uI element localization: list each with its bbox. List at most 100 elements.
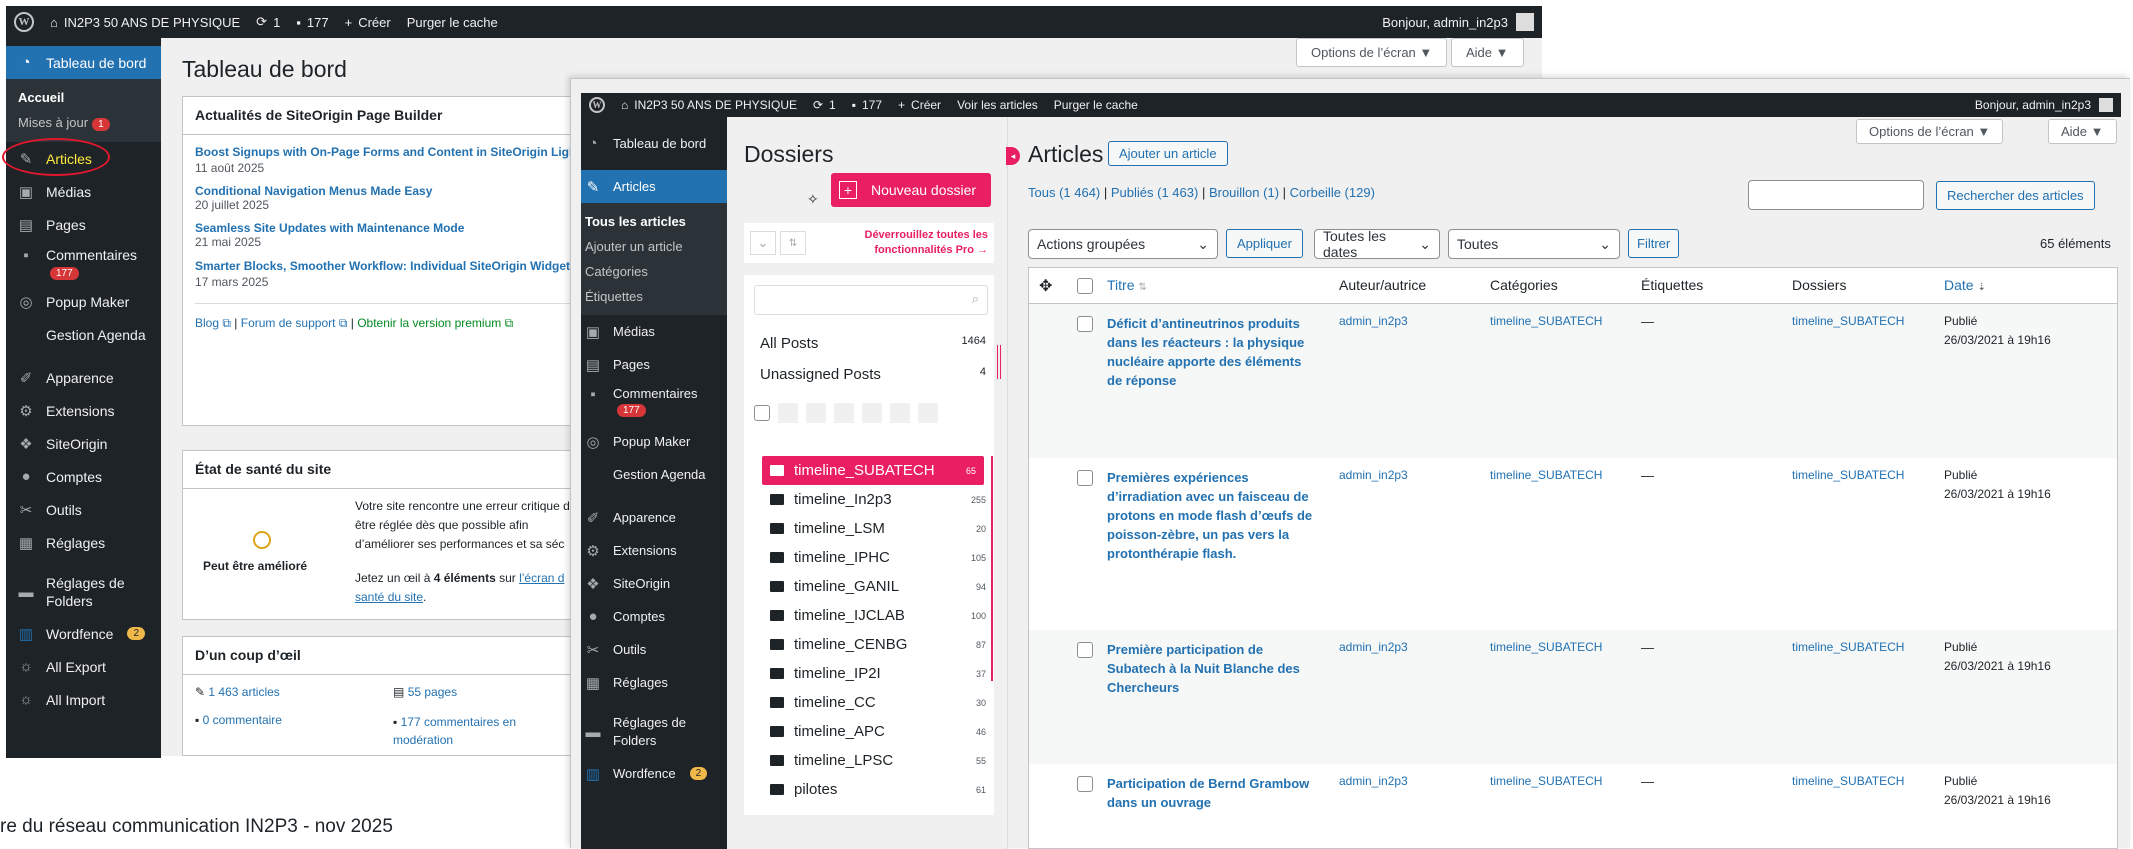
folder-item[interactable]: timeline_SUBATECH 65 bbox=[762, 456, 984, 485]
sort-icon[interactable]: ✧ bbox=[807, 191, 819, 208]
folder-item[interactable]: timeline_LSM 20 bbox=[744, 514, 994, 543]
forum-link[interactable]: Forum de support bbox=[241, 316, 336, 330]
submenu-categories[interactable]: Catégories bbox=[581, 259, 727, 284]
glance-moderation-link[interactable]: 177 commentaires en modération bbox=[393, 715, 516, 747]
menu-siteorigin[interactable]: ❖ SiteOrigin bbox=[581, 567, 727, 600]
menu-all-import[interactable]: ☼ All Import bbox=[6, 683, 161, 716]
account-link[interactable]: Bonjour, admin_in2p3 bbox=[1382, 13, 1542, 31]
submenu-all-articles[interactable]: Tous les articles bbox=[581, 209, 727, 234]
screen-options-button[interactable]: Options de l’écran ▼ bbox=[1856, 119, 2004, 144]
comments-link[interactable]: ▪ 177 bbox=[288, 6, 336, 38]
folder-search-input[interactable]: ⌕ bbox=[754, 285, 988, 315]
row-checkbox[interactable] bbox=[1077, 776, 1093, 792]
filter-draft[interactable]: Brouillon (1) bbox=[1209, 185, 1279, 200]
add-article-button[interactable]: Ajouter un article bbox=[1108, 141, 1228, 166]
row-checkbox[interactable] bbox=[1077, 642, 1093, 658]
comments-link[interactable]: ▪ 177 bbox=[844, 93, 890, 117]
glance-articles-link[interactable]: 1 463 articles bbox=[208, 685, 279, 699]
folder-link[interactable]: timeline_SUBATECH bbox=[1792, 640, 1904, 654]
menu-wordfence[interactable]: ▥ Wordfence 2 bbox=[6, 617, 161, 650]
news-link[interactable]: Seamless Site Updates with Maintenance M… bbox=[195, 221, 464, 235]
screen-options-button[interactable]: Options de l’écran ▼ bbox=[1296, 38, 1448, 67]
filter-published[interactable]: Publiés (1 463) bbox=[1111, 185, 1198, 200]
menu-agenda[interactable]: Gestion Agenda bbox=[6, 318, 161, 351]
cut-icon[interactable] bbox=[806, 403, 826, 423]
folder-item[interactable]: timeline_In2p3 255 bbox=[744, 485, 994, 514]
folder-link[interactable]: timeline_SUBATECH bbox=[1792, 314, 1904, 328]
categories-select[interactable]: Toutes ⌄ bbox=[1448, 229, 1620, 259]
search-articles-button[interactable]: Rechercher des articles bbox=[1936, 181, 2095, 210]
lock-icon[interactable] bbox=[890, 403, 910, 423]
updates-link[interactable]: ⟳ 1 bbox=[805, 93, 844, 117]
wordpress-logo-icon[interactable]: W bbox=[6, 6, 42, 38]
collapse-folders-icon[interactable]: ◂ bbox=[1006, 147, 1020, 165]
folder-item[interactable]: pilotes 61 bbox=[744, 775, 994, 804]
help-button[interactable]: Aide ▼ bbox=[1451, 38, 1524, 67]
folder-item[interactable]: timeline_CC 30 bbox=[744, 688, 994, 717]
unassigned-posts-item[interactable]: Unassigned Posts 4 bbox=[760, 366, 986, 383]
menu-tools[interactable]: ✂ Outils bbox=[6, 493, 161, 526]
menu-tools[interactable]: ✂ Outils bbox=[581, 633, 727, 666]
submenu-tags[interactable]: Étiquettes bbox=[581, 284, 727, 309]
sort-order-icon[interactable]: ⇅ bbox=[780, 231, 806, 255]
purge-cache-link[interactable]: Purger le cache bbox=[399, 6, 506, 38]
bulk-actions-select[interactable]: Actions groupées ⌄ bbox=[1028, 229, 1218, 259]
news-link[interactable]: Boost Signups with On-Page Forms and Con… bbox=[195, 145, 615, 159]
select-all-folders-checkbox[interactable] bbox=[754, 405, 770, 421]
author-link[interactable]: admin_in2p3 bbox=[1339, 468, 1408, 482]
menu-agenda[interactable]: Gestion Agenda bbox=[581, 458, 727, 491]
create-link[interactable]: + Créer bbox=[890, 93, 949, 117]
menu-dashboard[interactable]: ◔ Tableau de bord bbox=[6, 46, 161, 79]
trash-icon[interactable] bbox=[918, 403, 938, 423]
post-title-link[interactable]: Déficit d’antineutrinos produits dans le… bbox=[1107, 314, 1317, 390]
folder-item[interactable]: timeline_IPHC 105 bbox=[744, 543, 994, 572]
copy-icon[interactable] bbox=[834, 403, 854, 423]
menu-articles[interactable]: ✎ Articles bbox=[2, 138, 161, 176]
search-input[interactable] bbox=[1748, 180, 1924, 210]
menu-articles[interactable]: ✎ Articles bbox=[581, 170, 727, 203]
menu-siteorigin[interactable]: ❖ SiteOrigin bbox=[6, 427, 161, 460]
submenu-add-article[interactable]: Ajouter un article bbox=[581, 234, 727, 259]
category-link[interactable]: timeline_SUBATECH bbox=[1490, 774, 1602, 788]
menu-media[interactable]: ▣ Médias bbox=[6, 175, 161, 208]
menu-pages[interactable]: ▤ Pages bbox=[581, 348, 727, 381]
undo-icon[interactable] bbox=[778, 403, 798, 423]
category-link[interactable]: timeline_SUBATECH bbox=[1490, 468, 1602, 482]
premium-link[interactable]: Obtenir la version premium bbox=[357, 316, 501, 330]
folder-item[interactable]: timeline_IP2I 37 bbox=[744, 659, 994, 688]
menu-folders-settings[interactable]: ▬ Réglages de Folders bbox=[581, 707, 727, 757]
unlock-pro-link[interactable]: Déverrouillez toutes les fonctionnalités… bbox=[848, 228, 989, 258]
menu-users[interactable]: ● Comptes bbox=[581, 600, 727, 633]
folder-item[interactable]: timeline_GANIL 94 bbox=[744, 572, 994, 601]
folder-scrollbar[interactable] bbox=[991, 456, 993, 681]
blog-link[interactable]: Blog bbox=[195, 316, 219, 330]
paste-icon[interactable] bbox=[862, 403, 882, 423]
account-link[interactable]: Bonjour, admin_in2p3 bbox=[1975, 98, 2121, 112]
purge-cache-link[interactable]: Purger le cache bbox=[1046, 93, 1146, 117]
menu-extensions[interactable]: ⚙ Extensions bbox=[6, 394, 161, 427]
menu-wordfence[interactable]: ▥ Wordfence 2 bbox=[581, 757, 727, 790]
menu-appearance[interactable]: ✐ Apparence bbox=[581, 501, 727, 534]
create-link[interactable]: + Créer bbox=[337, 6, 399, 38]
dates-select[interactable]: Toutes les dates ⌄ bbox=[1314, 228, 1440, 260]
post-title-link[interactable]: Premières expériences d’irradiation avec… bbox=[1107, 468, 1321, 563]
author-link[interactable]: admin_in2p3 bbox=[1339, 640, 1408, 654]
menu-comments[interactable]: ▪ Commentaires 177 bbox=[6, 241, 161, 285]
new-folder-button[interactable]: + Nouveau dossier bbox=[831, 173, 991, 207]
menu-popup-maker[interactable]: ◎ Popup Maker bbox=[581, 425, 727, 458]
category-link[interactable]: timeline_SUBATECH bbox=[1490, 640, 1602, 654]
author-link[interactable]: admin_in2p3 bbox=[1339, 774, 1408, 788]
select-all-checkbox[interactable] bbox=[1077, 278, 1093, 294]
folder-item[interactable]: timeline_CENBG 87 bbox=[744, 630, 994, 659]
menu-dashboard[interactable]: ◔ Tableau de bord bbox=[581, 127, 727, 160]
apply-button[interactable]: Appliquer bbox=[1226, 229, 1303, 258]
menu-folders-settings[interactable]: ▬ Réglages de Folders bbox=[6, 567, 161, 617]
news-link[interactable]: Conditional Navigation Menus Made Easy bbox=[195, 184, 432, 198]
column-date[interactable]: Date ⇣ bbox=[1944, 277, 1986, 293]
site-name-link[interactable]: ⌂ IN2P3 50 ANS DE PHYSIQUE bbox=[42, 6, 248, 38]
menu-pages[interactable]: ▤ Pages bbox=[6, 208, 161, 241]
submenu-updates[interactable]: Mises à jour 1 bbox=[6, 110, 161, 136]
drag-handle-icon[interactable]: ✥ bbox=[1039, 276, 1052, 296]
menu-settings[interactable]: ▦ Réglages bbox=[581, 666, 727, 699]
submenu-home[interactable]: Accueil bbox=[6, 85, 161, 110]
